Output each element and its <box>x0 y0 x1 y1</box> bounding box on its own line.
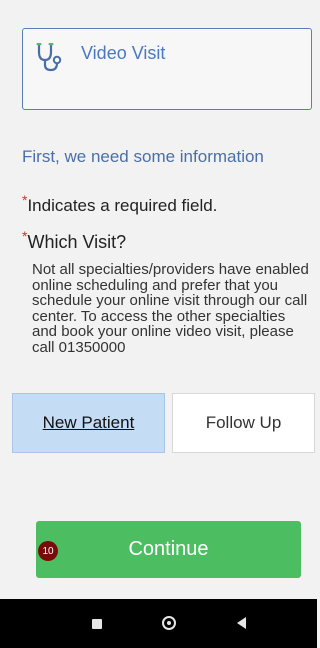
which-visit-label: *Which Visit? <box>22 228 127 253</box>
stethoscope-icon <box>36 42 62 72</box>
required-asterisk: * <box>22 192 28 208</box>
which-visit-description: Not all specialties/providers have enabl… <box>32 261 309 356</box>
video-visit-card[interactable]: Video Visit <box>22 28 312 110</box>
continue-button[interactable]: Continue <box>36 521 301 578</box>
required-note-text: Indicates a required field. <box>27 196 218 215</box>
required-asterisk: * <box>22 228 28 244</box>
recents-square-icon[interactable] <box>92 619 102 629</box>
video-visit-title: Video Visit <box>81 43 166 63</box>
screen: Video Visit First, we need some informat… <box>0 0 317 648</box>
new-patient-button[interactable]: New Patient <box>12 393 165 453</box>
intro-heading: First, we need some information <box>22 147 264 166</box>
follow-up-button[interactable]: Follow Up <box>172 393 315 453</box>
home-circle-icon[interactable] <box>162 616 176 630</box>
back-triangle-icon[interactable] <box>237 617 246 629</box>
required-field-note: *Indicates a required field. <box>22 192 218 216</box>
which-visit-text: Which Visit? <box>27 232 127 252</box>
android-nav-bar <box>0 599 317 648</box>
step-badge: 10 <box>38 541 58 561</box>
